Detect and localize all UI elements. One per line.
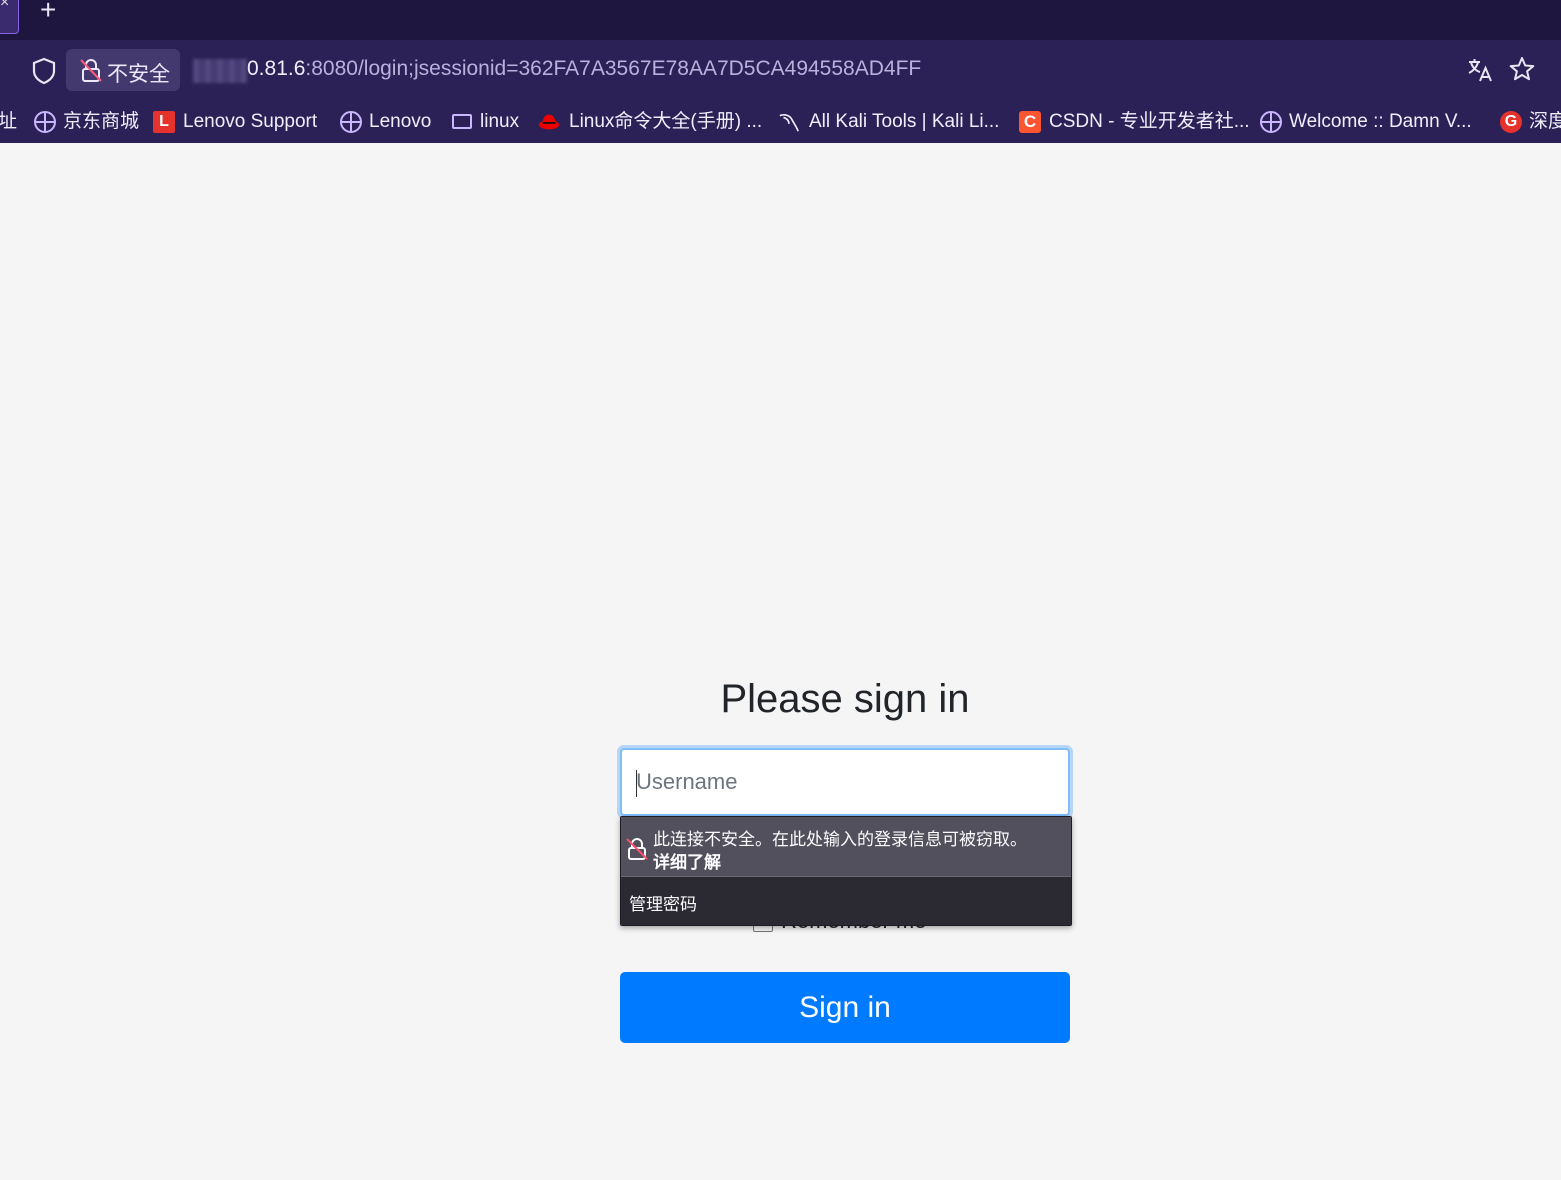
redhat-icon [538,114,560,130]
bookmark-label: Lenovo [369,111,432,132]
g-badge-icon: G [1500,111,1522,133]
globe-icon [340,111,362,133]
insecure-login-popup: 此连接不安全。在此处输入的登录信息可被窃取。 详细了解 管理密码 [620,816,1072,926]
insecure-warning-text: 此连接不安全。在此处输入的登录信息可被窃取。 [653,830,1027,849]
url-field[interactable]: 0.81.6:8080/login;jsessionid=362FA7A3567… [247,57,921,81]
bookmark-label: All Kali Tools | Kali Li... [809,111,1000,132]
page-title: Please sign in [720,677,970,721]
bookmark-label: Lenovo Support [183,111,318,132]
bookmark-label: Linux命令大全(手册) ... [569,111,763,132]
sign-in-button[interactable]: Sign in [620,972,1070,1043]
bookmark-label: 京东商城 [63,111,140,132]
username-input[interactable] [620,748,1070,816]
insecure-lock-icon [626,838,648,860]
globe-icon [1260,111,1282,133]
bookmark-label: linux [480,111,520,132]
shield-icon[interactable] [31,56,57,86]
url-host: 0.81.6 [247,57,306,80]
lenovo-l-icon: L [153,111,175,133]
csdn-c-icon: C [1019,111,1041,133]
url-path: :8080/login;jsessionid=362FA7A3567E78AA7… [305,57,922,80]
text-caret [636,770,637,797]
folder-icon [452,114,472,129]
manage-passwords-item[interactable]: 管理密码 [621,877,1071,925]
bookmark-label: 深度 [1529,111,1561,132]
translate-icon[interactable] [1466,56,1494,84]
bookmark-label: CSDN - 专业开发者社... [1049,111,1250,132]
tab-strip: × + [0,0,1561,40]
insecure-lock-icon [80,59,102,82]
close-icon[interactable]: × [0,0,9,12]
browser-tab[interactable]: × [0,0,19,34]
insecure-warning-item[interactable]: 此连接不安全。在此处输入的登录信息可被窃取。 详细了解 [621,817,1071,876]
security-label: 不安全 [107,63,170,86]
bookmarks-toolbar: 址 京东商城 L Lenovo Support Lenovo linux Lin… [0,102,1561,143]
manage-passwords-label: 管理密码 [629,895,697,914]
new-tab-button[interactable]: + [40,0,56,26]
page-content: Please sign in Remember me Sign in 此连接不安… [0,143,1561,1180]
connection-security-chip[interactable]: 不安全 [66,49,180,91]
globe-icon [34,111,56,133]
bookmark-star-icon[interactable] [1509,56,1535,82]
bookmark-label: 址 [0,111,18,132]
bookmark-label: Welcome :: Damn V... [1289,111,1472,132]
kali-dragon-icon [779,114,799,132]
url-redacted-segment [193,59,247,83]
learn-more-link[interactable]: 详细了解 [653,848,721,873]
